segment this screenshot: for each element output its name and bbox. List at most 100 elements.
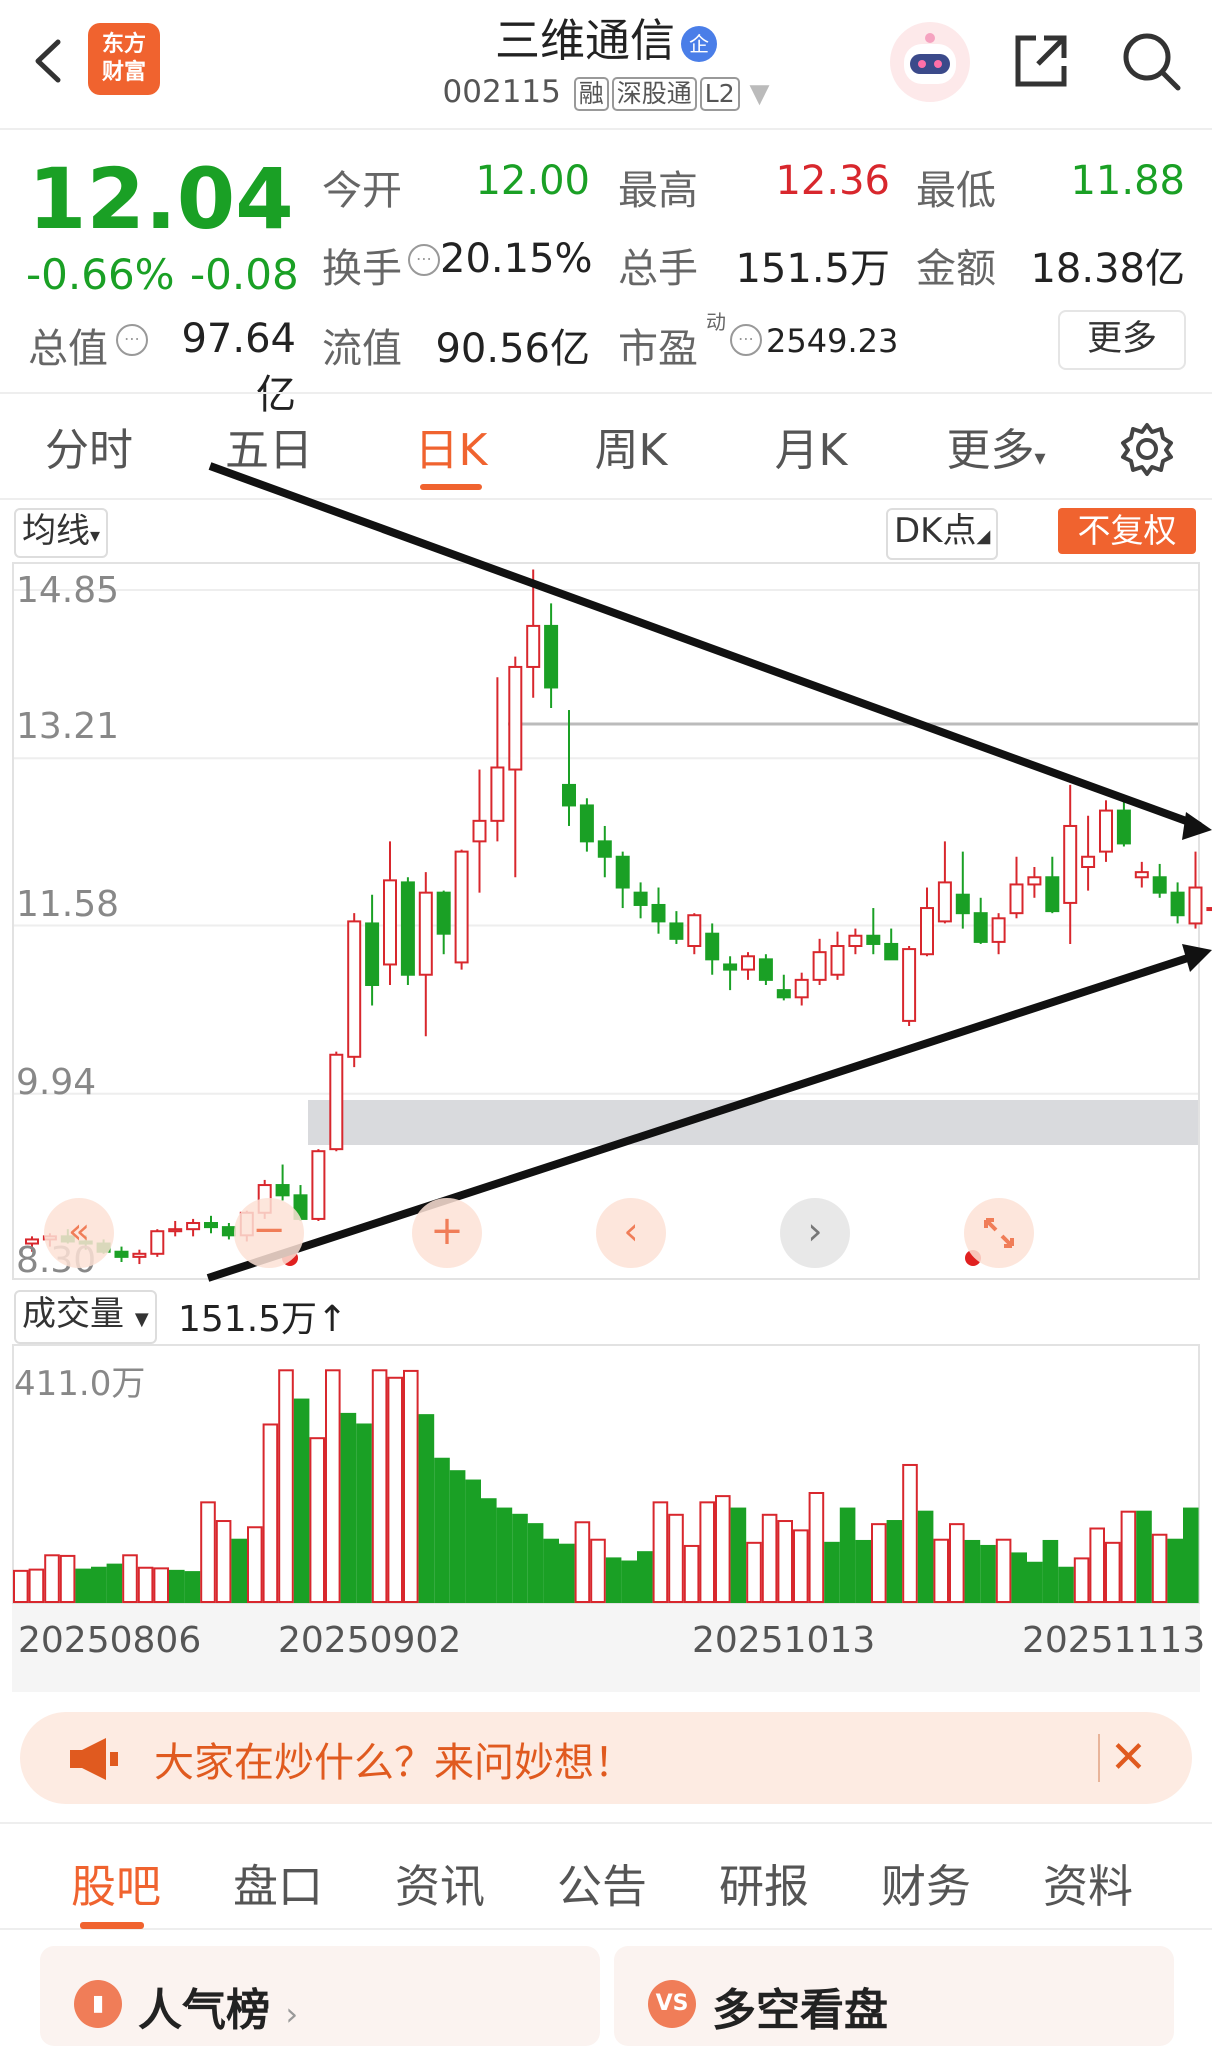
volume-bar — [387, 1376, 403, 1604]
banner-text: 大家在炒什么？来问妙想！ — [154, 1740, 634, 1786]
volume-bar — [262, 1423, 279, 1604]
volume-bar — [418, 1414, 435, 1603]
volume-bar — [169, 1569, 185, 1603]
active-tab-indicator — [80, 1922, 144, 1929]
volume-bar — [1105, 1541, 1121, 1604]
volume-bar — [730, 1507, 747, 1603]
volume-bar — [496, 1507, 513, 1603]
volume-bar — [590, 1538, 606, 1603]
vs-icon: VS — [648, 1980, 696, 2028]
volume-bar — [215, 1520, 232, 1603]
volume-bar — [278, 1369, 294, 1604]
volume-bar — [964, 1539, 981, 1603]
volume-bar — [434, 1457, 450, 1603]
volume-bar — [1120, 1510, 1137, 1604]
volume-bar — [683, 1544, 700, 1604]
volume-bar — [465, 1479, 481, 1604]
tab-forum[interactable]: 股吧 — [46, 1850, 186, 1915]
volume-bar — [933, 1538, 950, 1603]
volume-bar — [481, 1498, 497, 1604]
volume-bar — [855, 1539, 872, 1603]
x-axis-label: 20250902 — [278, 1620, 462, 1661]
volume-bar — [668, 1513, 684, 1604]
volume-bar — [44, 1554, 60, 1603]
volume-bar — [1027, 1561, 1043, 1604]
volume-max-label: 411.0万 — [14, 1364, 146, 1404]
close-icon[interactable]: ✕ — [1110, 1732, 1147, 1783]
volume-bar — [340, 1412, 357, 1603]
volume-bar — [1011, 1552, 1028, 1603]
bull-bear-card[interactable]: VS 多空看盘 — [614, 1946, 1174, 2046]
volume-bar — [356, 1423, 372, 1604]
banner-divider — [1098, 1734, 1100, 1782]
volume-bar — [325, 1369, 341, 1604]
megaphone-icon — [70, 1738, 118, 1780]
volume-bar — [777, 1520, 794, 1603]
volume-bar — [122, 1554, 138, 1603]
tab-research[interactable]: 研报 — [694, 1850, 834, 1915]
volume-bar — [637, 1551, 653, 1603]
volume-bar — [902, 1463, 918, 1604]
volume-bar — [13, 1569, 29, 1603]
volume-bar — [839, 1507, 856, 1603]
volume-bar — [1151, 1533, 1168, 1604]
volume-bar — [1089, 1527, 1106, 1604]
volume-chart[interactable] — [0, 0, 1212, 1620]
volume-bar — [247, 1526, 263, 1604]
volume-bar — [559, 1543, 575, 1604]
volume-bar — [184, 1571, 201, 1603]
volume-bar — [1073, 1557, 1090, 1604]
volume-bar — [293, 1398, 310, 1603]
x-axis-label: 20251113 — [1022, 1620, 1206, 1661]
popularity-card-text: 人气榜 — [138, 1985, 270, 2036]
volume-bar — [824, 1541, 840, 1604]
volume-bar — [1042, 1539, 1059, 1603]
volume-bar — [761, 1513, 778, 1604]
volume-bar — [59, 1554, 76, 1604]
x-axis-label: 20250806 — [18, 1620, 202, 1661]
tab-profile[interactable]: 资料 — [1018, 1850, 1158, 1915]
volume-bar — [980, 1544, 996, 1604]
content-tabs: 股吧 盘口 资讯 公告 研报 财务 资料 — [0, 1822, 1212, 1930]
volume-bar — [1167, 1538, 1184, 1603]
tab-finance[interactable]: 财务 — [856, 1850, 996, 1915]
volume-bar — [512, 1513, 528, 1604]
volume-bar — [309, 1437, 325, 1604]
volume-bar — [1136, 1510, 1152, 1604]
volume-bar — [808, 1491, 825, 1603]
volume-bar — [715, 1495, 731, 1604]
volume-bar — [91, 1566, 107, 1603]
volume-bar — [1058, 1566, 1074, 1603]
tab-orderbook[interactable]: 盘口 — [208, 1850, 348, 1915]
volume-bar — [746, 1541, 762, 1604]
volume-bar — [917, 1510, 934, 1604]
volume-bar — [231, 1538, 247, 1603]
volume-bar — [137, 1566, 154, 1603]
volume-bar — [886, 1520, 903, 1603]
volume-bar — [699, 1501, 716, 1603]
volume-bar — [871, 1523, 887, 1603]
volume-bar — [543, 1538, 560, 1603]
bull-bear-card-label: 多空看盘 — [712, 1985, 888, 2036]
x-axis-label: 20251013 — [692, 1620, 876, 1661]
volume-bar — [949, 1523, 965, 1603]
tab-news[interactable]: 资讯 — [370, 1850, 510, 1915]
volume-bar — [28, 1568, 45, 1604]
volume-bar — [153, 1567, 169, 1604]
volume-bar — [200, 1501, 216, 1603]
ask-ai-banner[interactable]: 大家在炒什么？来问妙想！ ✕ — [20, 1712, 1192, 1804]
volume-bar — [403, 1369, 419, 1603]
tab-announcements[interactable]: 公告 — [532, 1850, 672, 1915]
popularity-card[interactable]: ▮ 人气榜 › — [40, 1946, 600, 2046]
chevron-right-icon: › — [285, 1995, 299, 2033]
volume-bar — [527, 1523, 544, 1603]
volume-bar — [75, 1568, 92, 1604]
volume-bar — [449, 1470, 466, 1603]
popularity-card-label: 人气榜 › — [138, 1974, 298, 2038]
volume-bar — [574, 1521, 591, 1603]
volume-bar — [605, 1557, 622, 1604]
popularity-chart-icon: ▮ — [74, 1980, 122, 2028]
volume-bar — [995, 1538, 1012, 1603]
volume-bar — [621, 1560, 638, 1604]
volume-bar — [652, 1501, 669, 1603]
